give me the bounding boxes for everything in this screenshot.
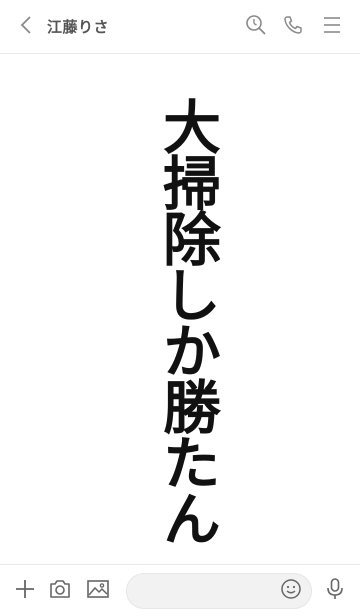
add-button[interactable] xyxy=(10,576,40,606)
back-button[interactable] xyxy=(12,12,42,42)
menu-button[interactable] xyxy=(317,12,347,42)
chat-header: 江藤りさ xyxy=(0,0,360,54)
search-button[interactable] xyxy=(241,12,271,42)
phone-icon xyxy=(282,14,304,40)
chat-input-bar xyxy=(0,564,360,616)
chat-background: 大掃除しか勝たん xyxy=(0,54,360,564)
image-icon xyxy=(86,578,110,604)
microphone-icon xyxy=(325,577,345,605)
camera-button[interactable] xyxy=(45,576,75,606)
search-icon xyxy=(245,14,267,40)
menu-icon xyxy=(322,16,342,38)
emoji-button[interactable] xyxy=(277,577,305,605)
plus-icon xyxy=(14,578,36,604)
emoji-icon xyxy=(280,578,302,604)
chevron-left-icon xyxy=(19,15,35,39)
camera-icon xyxy=(48,578,72,604)
call-button[interactable] xyxy=(278,12,308,42)
chat-title: 江藤りさ xyxy=(47,18,110,36)
vertical-message-text: 大掃除しか勝たん xyxy=(153,97,221,545)
message-input[interactable] xyxy=(126,573,312,609)
image-button[interactable] xyxy=(83,576,113,606)
microphone-button[interactable] xyxy=(320,576,350,606)
